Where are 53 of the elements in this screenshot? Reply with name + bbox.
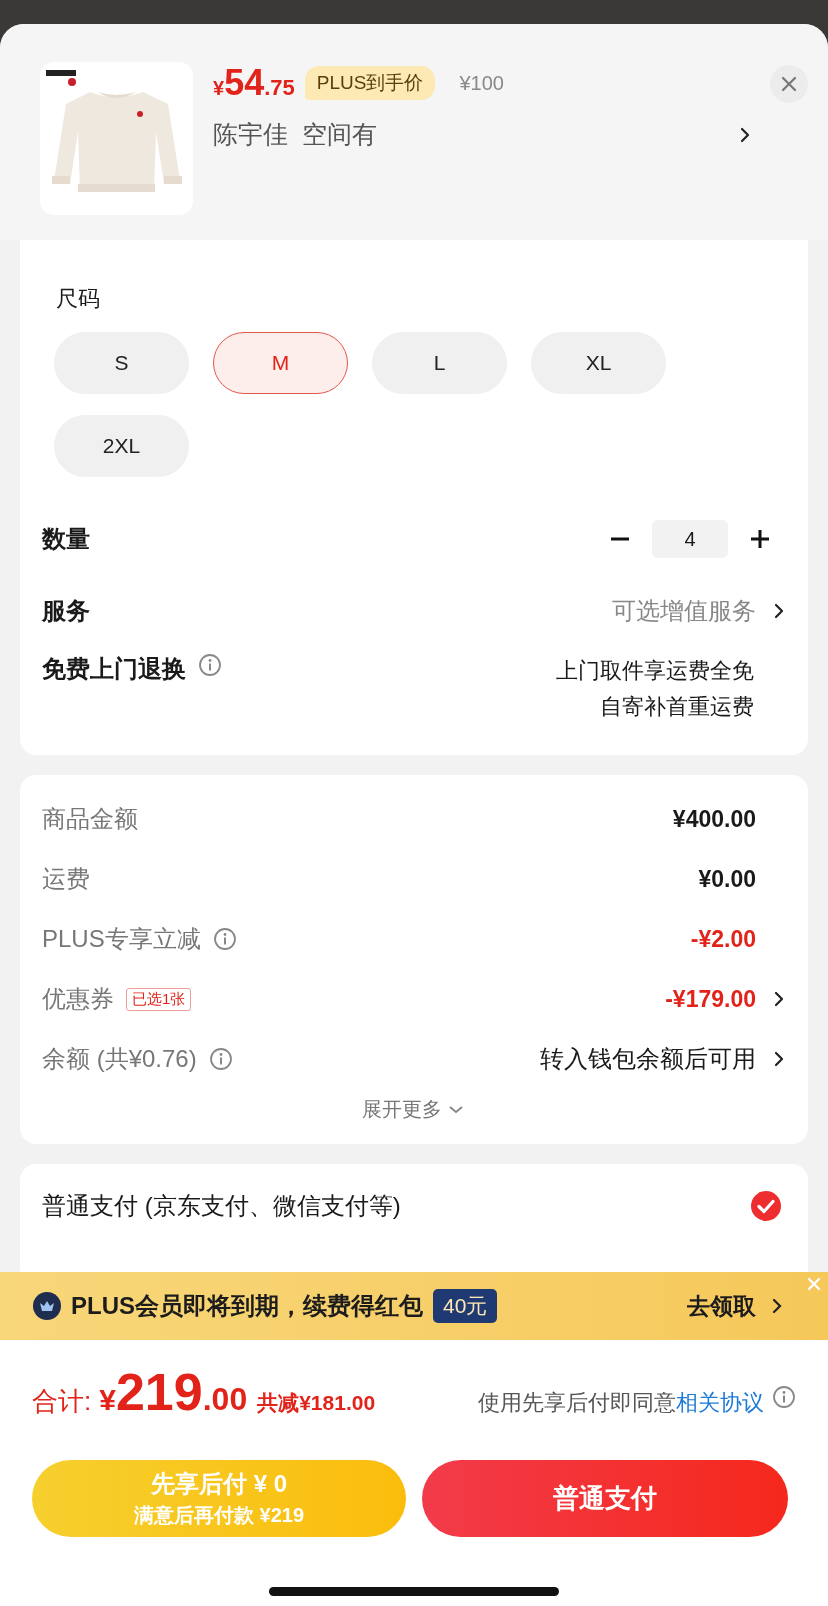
price-tag: PLUS到手价 — [304, 66, 436, 100]
plus-icon — [750, 529, 770, 549]
summary-label: 优惠券 — [42, 984, 114, 1014]
service-label: 服务 — [42, 596, 90, 626]
summary-label: PLUS专享立减 — [42, 924, 201, 954]
section-title: 尺码 — [56, 285, 101, 313]
coupon-tag: 已选1张 — [126, 987, 192, 1011]
selected-variant[interactable]: 陈宇佳 空间有 — [213, 118, 740, 151]
close-icon — [781, 76, 797, 92]
info-icon[interactable] — [208, 1047, 233, 1071]
chevron-icon — [772, 1298, 782, 1314]
summary-label: 余额 (共¥0.76) — [42, 1044, 197, 1074]
promo-banner[interactable]: PLUS会员即将到期，续费得红包 40元 去领取 — [0, 1272, 828, 1340]
size-option[interactable]: L — [372, 332, 507, 394]
crown-icon — [33, 1292, 61, 1320]
summary-value: ¥400.00 — [672, 805, 756, 833]
total-price: ¥219.00 — [99, 1362, 248, 1422]
banner-text: PLUS会员即将到期，续费得红包 — [71, 1291, 423, 1321]
agreement-link[interactable]: 相关协议 — [676, 1390, 764, 1415]
info-icon[interactable] — [212, 927, 237, 951]
expand-more-button[interactable]: 展开更多 — [42, 1095, 784, 1124]
service-value[interactable]: 可选增值服务 — [612, 595, 756, 627]
product-price: ¥54.75 — [213, 62, 295, 104]
size-option[interactable]: S — [54, 332, 189, 394]
summary-value: -¥179.00 — [665, 985, 756, 1013]
summary-label: 商品金额 — [42, 804, 138, 834]
summary-value: ¥0.00 — [698, 865, 756, 893]
original-price: ¥100 — [459, 71, 504, 95]
size-option[interactable]: 2XL — [54, 415, 189, 477]
return-service-note: 自寄补首重运费 — [599, 693, 754, 721]
minus-icon — [610, 537, 630, 541]
info-icon[interactable] — [198, 653, 222, 677]
size-option[interactable]: M — [213, 332, 348, 394]
summary-value: 转入钱包余额后可用 — [540, 1044, 756, 1074]
reward-badge: 40元 — [433, 1289, 498, 1323]
check-icon[interactable] — [750, 1190, 782, 1222]
info-icon[interactable] — [772, 1385, 796, 1409]
quantity-field[interactable]: 4 — [652, 520, 728, 558]
chevron-icon — [740, 126, 750, 143]
summary-label: 运费 — [42, 864, 90, 894]
discount-total: 共减¥181.00 — [257, 1390, 376, 1416]
chevron-down-icon — [448, 1104, 464, 1115]
close-button[interactable] — [770, 65, 808, 103]
chevron-icon — [774, 603, 784, 619]
total-label: 合计: — [32, 1385, 92, 1418]
return-service-note: 上门取件享运费全免 — [556, 657, 754, 685]
summary-value: -¥2.00 — [690, 925, 756, 953]
size-option[interactable]: XL — [531, 332, 666, 394]
quantity-label: 数量 — [42, 524, 90, 554]
return-service-label: 免费上门退换 — [42, 654, 186, 684]
agreement-text: 使用先享后付即同意相关协议 — [478, 1389, 764, 1417]
claim-link[interactable]: 去领取 — [687, 1290, 782, 1322]
pay-button[interactable]: 普通支付 — [422, 1460, 788, 1537]
